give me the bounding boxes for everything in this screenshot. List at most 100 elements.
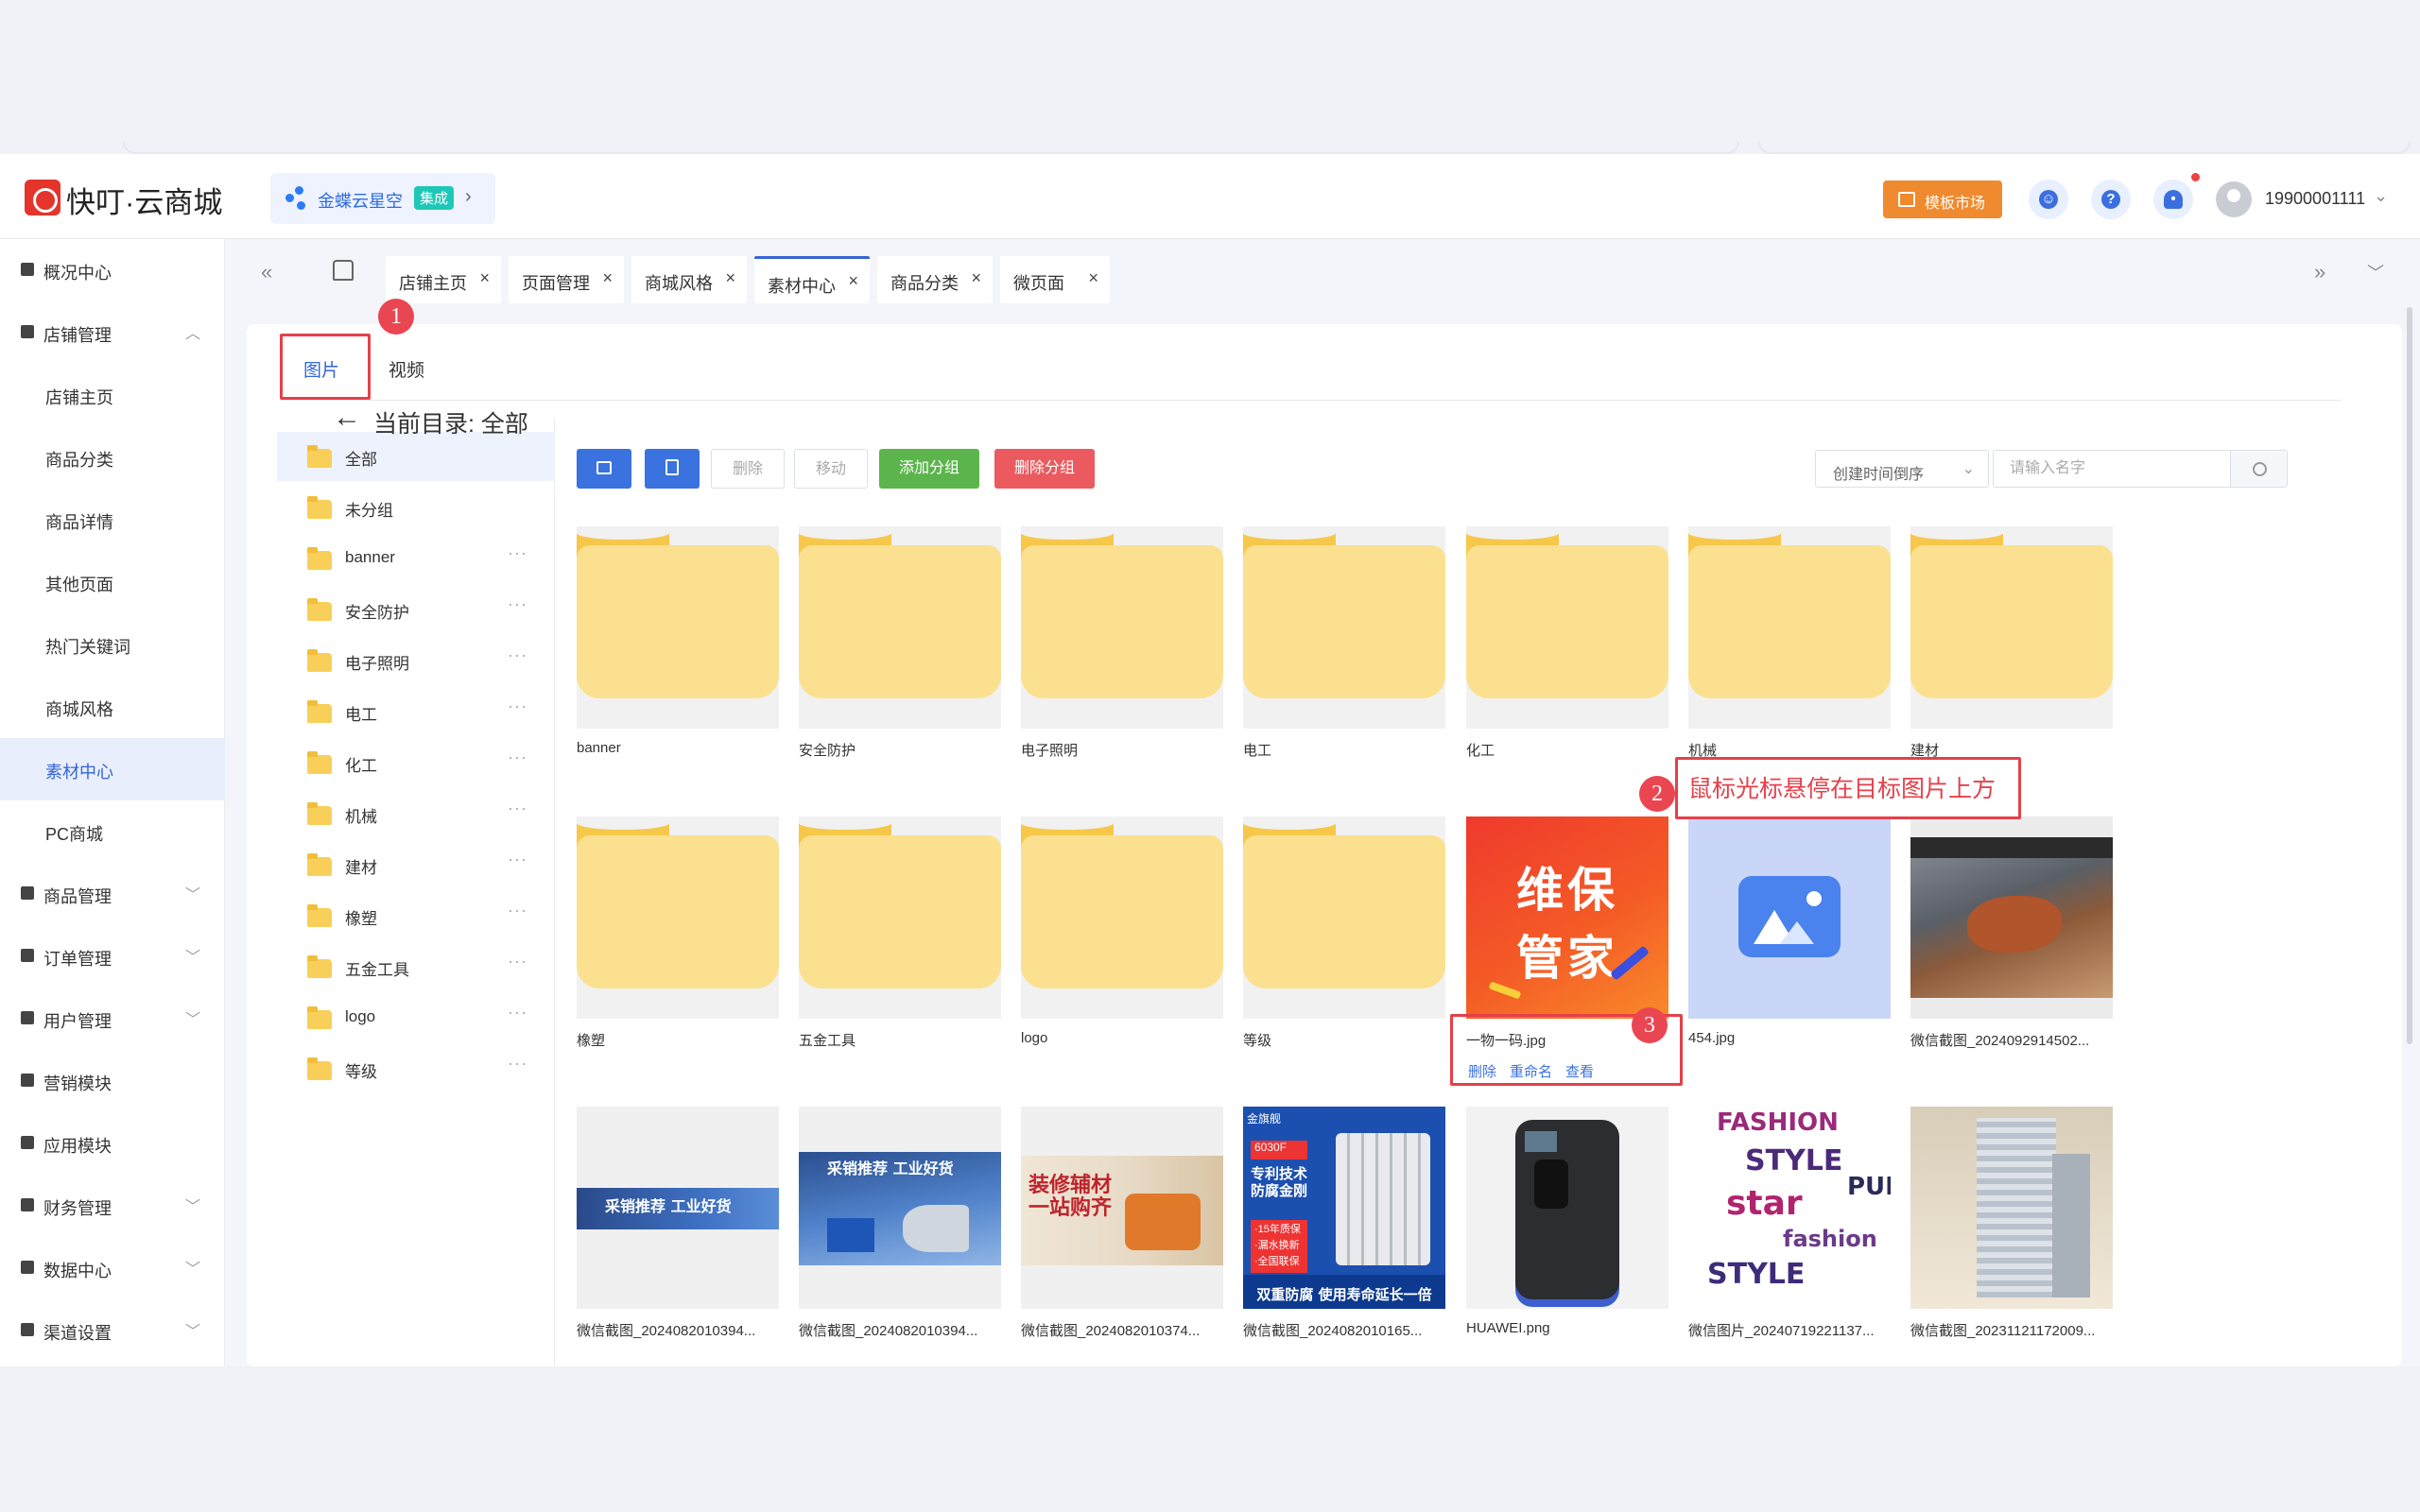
image-card-banner[interactable]: 采销推荐 工业好货 — [799, 1107, 1001, 1309]
sort-select[interactable]: 创建时间倒序 ⌄ — [1815, 450, 1989, 488]
image-card-banner[interactable]: 装修辅材 一站购齐 — [1021, 1107, 1223, 1309]
upload-folder-button[interactable] — [577, 449, 631, 489]
card-name: 微信截图_2024082010165... — [1243, 1323, 1423, 1339]
tab-store-home[interactable]: 店铺主页 × — [386, 256, 501, 303]
folder-card[interactable] — [1021, 526, 1223, 729]
help-icon[interactable]: ? — [2091, 180, 2131, 219]
folder-item[interactable]: 建材 ··· — [277, 840, 555, 889]
chevron-down-icon[interactable]: ⌄ — [2374, 186, 2388, 206]
more-icon[interactable]: ··· — [508, 1003, 527, 1022]
service-icon[interactable]: ☺ — [2029, 180, 2068, 219]
tab-mall-style[interactable]: 商城风格 × — [631, 256, 747, 303]
folder-item[interactable]: logo ··· — [277, 993, 555, 1042]
more-icon[interactable]: ··· — [508, 645, 527, 665]
more-icon[interactable]: ··· — [508, 747, 527, 767]
tab-material-center[interactable]: 素材中心 × — [754, 256, 870, 303]
sidebar-item-channel[interactable]: 渠道设置 ﹀ — [0, 1299, 225, 1362]
folder-card[interactable] — [1021, 816, 1223, 1019]
search-input[interactable] — [1995, 452, 2231, 486]
folder-card[interactable] — [577, 526, 779, 729]
folder-card[interactable] — [1466, 526, 1668, 729]
sidebar-item-style[interactable]: 商城风格 — [0, 676, 225, 738]
sidebar-item-users[interactable]: 用户管理 ﹀ — [0, 988, 225, 1050]
sidebar-item-material-center[interactable]: 素材中心 — [0, 738, 225, 800]
close-icon[interactable]: × — [971, 268, 981, 288]
folder-card[interactable] — [1910, 526, 2113, 729]
sidebar-item-data[interactable]: 数据中心 ﹀ — [0, 1237, 225, 1299]
folder-card[interactable] — [799, 816, 1001, 1019]
folder-ungrouped[interactable]: 未分组 — [277, 483, 555, 532]
image-card-building[interactable] — [1910, 1107, 2113, 1309]
folder-item[interactable]: 化工 ··· — [277, 738, 555, 787]
bell-icon[interactable]: • — [2153, 180, 2193, 219]
sidebar-item-marketing[interactable]: 营销模块 — [0, 1050, 225, 1112]
close-icon[interactable]: × — [1088, 268, 1098, 288]
integration-button[interactable]: 金蝶云星空 集成 › — [270, 173, 495, 224]
image-card-heater[interactable]: 金旗舰 6030F 专利技术 防腐金刚 ·15年质保 ·漏水换新 ·全国联保 双重防腐… — [1243, 1107, 1445, 1309]
sidebar-item-other-pages[interactable]: 其他页面 — [0, 551, 225, 613]
image-card-fashion[interactable]: FASHION STYLE star fashion STYLE PUI — [1688, 1107, 1891, 1309]
folder-item[interactable]: 橡塑 ··· — [277, 891, 555, 940]
move-button[interactable]: 移动 — [794, 449, 868, 489]
close-icon[interactable]: × — [602, 268, 613, 288]
folder-item[interactable]: 五金工具 ··· — [277, 942, 555, 991]
delete-button[interactable]: 删除 — [711, 449, 785, 489]
more-icon[interactable]: ··· — [508, 543, 527, 563]
close-icon[interactable]: × — [479, 268, 490, 288]
sidebar-item-overview[interactable]: 概况中心 — [0, 239, 225, 301]
tab-videos[interactable]: 视频 — [389, 356, 424, 382]
sidebar-item-goods[interactable]: 商品管理 ﹀ — [0, 863, 225, 925]
sidebar-item-orders[interactable]: 订单管理 ﹀ — [0, 925, 225, 988]
sidebar-item-store[interactable]: 店铺管理 ︿ — [0, 301, 225, 364]
tab-page-management[interactable]: 页面管理 × — [509, 256, 624, 303]
sidebar-item-category[interactable]: 商品分类 — [0, 426, 225, 489]
more-icon[interactable]: ··· — [508, 850, 527, 869]
folder-card[interactable] — [799, 526, 1001, 729]
more-icon[interactable]: ··· — [508, 952, 527, 971]
sidebar-item-hot-keywords[interactable]: 热门关键词 — [0, 613, 225, 676]
sidebar-item-pc-mall[interactable]: PC商城 — [0, 800, 225, 863]
more-icon[interactable]: ··· — [508, 696, 527, 716]
folder-item[interactable]: 电工 ··· — [277, 687, 555, 736]
back-arrow-icon[interactable]: ← — [333, 402, 361, 434]
folder-card[interactable] — [1688, 526, 1891, 729]
folder-item[interactable]: 机械 ··· — [277, 789, 555, 838]
image-card-phone[interactable] — [1466, 1107, 1668, 1309]
more-icon[interactable]: ··· — [508, 1054, 527, 1074]
add-group-button[interactable]: 添加分组 — [879, 449, 979, 489]
more-icon[interactable]: ··· — [508, 594, 527, 614]
sidebar-item-detail[interactable]: 商品详情 — [0, 489, 225, 551]
tab-goods-category[interactable]: 商品分类 × — [877, 256, 993, 303]
upload-file-button[interactable] — [645, 449, 700, 489]
scrollbar[interactable] — [2407, 307, 2412, 1044]
double-chevron-left-icon[interactable]: « — [261, 260, 272, 284]
image-card-screenshot[interactable] — [1910, 816, 2113, 1019]
image-card-banner[interactable]: 采销推荐 工业好货 — [577, 1107, 779, 1309]
close-icon[interactable]: × — [848, 271, 858, 291]
more-icon[interactable]: ··· — [508, 901, 527, 920]
folder-item[interactable]: banner ··· — [277, 534, 555, 583]
template-market-button[interactable]: 模板市场 — [1883, 180, 2002, 218]
order-icon — [21, 949, 34, 962]
sidebar-item-store-home[interactable]: 店铺主页 — [0, 364, 225, 426]
folder-card[interactable] — [577, 816, 779, 1019]
search-icon[interactable] — [2230, 451, 2287, 487]
home-tab-icon[interactable] — [333, 260, 354, 281]
image-card-weibao[interactable]: 维保 管家 — [1466, 816, 1668, 1019]
double-chevron-right-icon[interactable]: » — [2314, 260, 2325, 284]
delete-group-button[interactable]: 删除分组 — [994, 449, 1095, 489]
image-card-placeholder[interactable] — [1688, 816, 1891, 1019]
folder-item[interactable]: 安全防护 ··· — [277, 585, 555, 634]
close-icon[interactable]: × — [725, 268, 735, 288]
folder-card[interactable] — [1243, 816, 1445, 1019]
chevron-down-icon[interactable]: ﹀ — [2367, 260, 2384, 284]
more-icon[interactable]: ··· — [508, 799, 527, 818]
sidebar-item-finance[interactable]: 财务管理 ﹀ — [0, 1175, 225, 1237]
folder-item[interactable]: 等级 ··· — [277, 1044, 555, 1093]
user-account[interactable]: 19900001111 — [2265, 189, 2365, 209]
tab-micro-page[interactable]: 微页面 × — [1000, 256, 1110, 303]
sidebar-item-apps[interactable]: 应用模块 — [0, 1112, 225, 1175]
folder-card[interactable] — [1243, 526, 1445, 729]
folder-item[interactable]: 电子照明 ··· — [277, 636, 555, 685]
avatar[interactable] — [2216, 181, 2252, 217]
